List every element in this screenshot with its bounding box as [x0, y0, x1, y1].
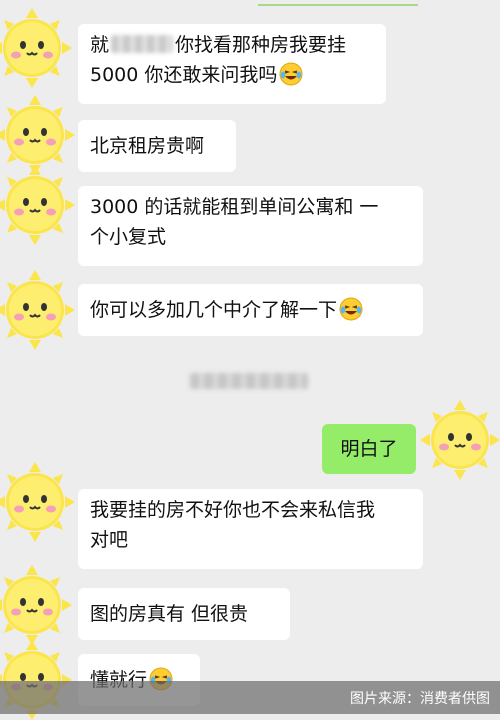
image-source-caption: 图片来源：消费者供图: [350, 691, 490, 707]
sun-avatar-icon[interactable]: [0, 165, 75, 245]
sun-avatar-icon[interactable]: [0, 95, 75, 175]
message-bubble[interactable]: 图的房真有 但很贵: [78, 588, 290, 640]
message-bubble[interactable]: 3000 的话就能租到单间公寓和 一 个小复式: [78, 186, 423, 266]
message-text: 3000 的话就能租到单间公寓和 一: [90, 196, 379, 218]
sun-avatar-icon[interactable]: [0, 462, 75, 542]
message-bubble[interactable]: 你可以多加几个中介了解一下: [78, 284, 423, 336]
top-divider: [258, 4, 418, 6]
message-text: 个小复式: [90, 226, 167, 248]
sun-avatar-icon[interactable]: [0, 270, 75, 350]
message-text: 你可以多加几个中介了解一下: [90, 299, 338, 321]
message-text: 明白了: [340, 438, 398, 460]
message-text: 我要挂的房不好你也不会来私信我: [90, 499, 376, 521]
message-text: 北京租房贵啊: [90, 135, 205, 157]
message-bubble[interactable]: 我要挂的房不好你也不会来私信我 对吧: [78, 489, 423, 569]
message-text: 你找看那种房我要挂: [175, 34, 347, 56]
timestamp-blurred: [190, 373, 308, 389]
sun-avatar-icon[interactable]: [0, 8, 72, 88]
message-text: 就: [90, 34, 110, 56]
message-text: 5000 你还敢来问我吗: [90, 64, 278, 86]
message-text: 图的房真有 但很贵: [90, 603, 249, 625]
message-bubble-outgoing[interactable]: 明白了: [322, 424, 416, 474]
image-source-caption-bar: 图片来源：消费者供图: [0, 681, 500, 714]
sun-avatar-icon[interactable]: [0, 565, 72, 645]
message-text: 对吧: [90, 529, 129, 551]
message-bubble[interactable]: 北京租房贵啊: [78, 120, 236, 172]
message-bubble[interactable]: 就 你找看那种房我要挂 5000 你还敢来问我吗: [78, 24, 386, 104]
sun-avatar-icon[interactable]: [420, 400, 500, 480]
laughing-crying-emoji-icon: [279, 62, 303, 86]
laughing-crying-emoji-icon: [339, 297, 363, 321]
blurred-name: [111, 35, 174, 53]
